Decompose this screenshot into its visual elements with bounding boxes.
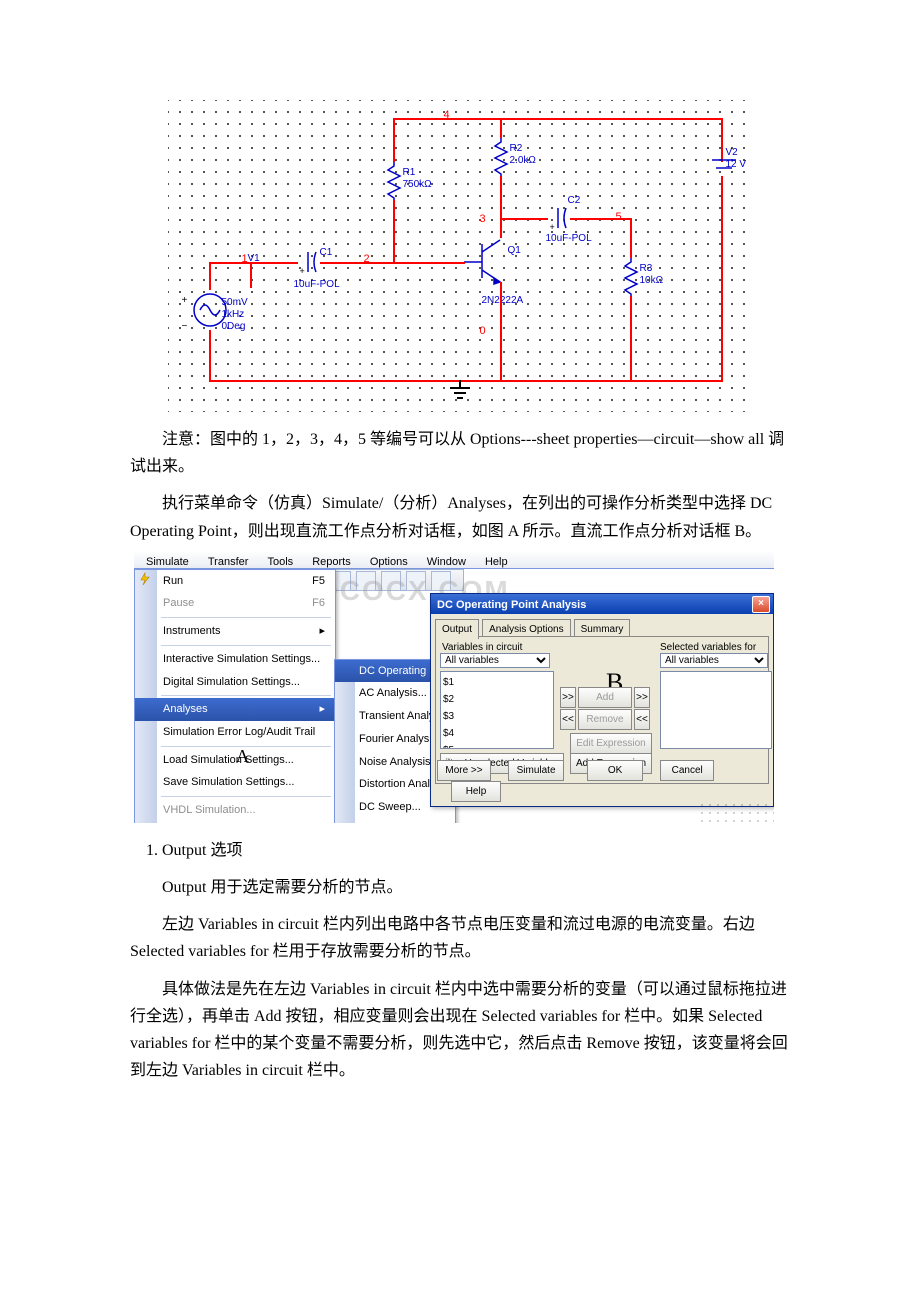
vars-dropdown[interactable]: All variables: [440, 653, 550, 668]
label-c1: C1: [320, 244, 333, 261]
wire: [721, 176, 723, 380]
mi-error-log[interactable]: Simulation Error Log/Audit Trail: [135, 721, 335, 744]
wire: [500, 218, 502, 238]
chevron-right-icon: >>: [560, 687, 576, 708]
v1-plus: +: [182, 292, 188, 309]
node-3: 3: [480, 210, 486, 229]
more-button[interactable]: More >>: [437, 760, 491, 781]
wire: [320, 262, 394, 264]
mi-digital-settings[interactable]: Digital Simulation Settings...: [135, 671, 335, 694]
mi-pause: Pause F6: [135, 592, 335, 615]
wire: [500, 218, 548, 220]
chevron-left-icon: <<: [560, 709, 576, 730]
paragraph-note: 注意：图中的 1，2，3，4，5 等编号可以从 Options---sheet …: [130, 426, 790, 480]
chevron-right-icon: >>: [634, 687, 650, 708]
resistor-r2: [492, 138, 510, 176]
wire: [209, 330, 211, 380]
mi-instruments[interactable]: Instruments ▸: [135, 620, 335, 643]
wire: [500, 282, 502, 380]
wire: [630, 296, 632, 380]
list-item[interactable]: $5: [443, 745, 454, 749]
selected-listbox[interactable]: [660, 671, 772, 749]
wire: [209, 262, 211, 290]
tab-strip: Output Analysis Options Summary: [435, 618, 769, 636]
dialog-title: DC Operating Point Analysis: [437, 599, 586, 611]
node-2: 2: [364, 250, 370, 269]
list-item[interactable]: $3: [443, 711, 454, 722]
label-a: A: [236, 741, 249, 772]
paragraph-5: 具体做法是先在左边 Variables in circuit 栏内中选中需要分析…: [130, 976, 790, 1085]
node-5: 5: [616, 208, 622, 227]
cancel-button[interactable]: Cancel: [660, 760, 714, 781]
list-item[interactable]: $1: [443, 677, 454, 688]
chevron-right-icon: ▸: [319, 700, 325, 719]
remove-button[interactable]: Remove: [578, 709, 632, 730]
mi-load-settings[interactable]: Load Simulation Settings...: [135, 749, 335, 772]
decorative-dots: [698, 801, 774, 823]
section-output-title: 1. Output 选项: [130, 837, 790, 864]
wire: [500, 176, 502, 218]
vars-listbox[interactable]: $1 $2 $3 $4 $5 vv1#branch vv2#branch: [440, 671, 554, 749]
mi-analyses[interactable]: Analyses ▸: [135, 698, 335, 721]
ground-symbol: [448, 380, 472, 402]
label-c1-value: 10uF-POL: [294, 276, 340, 293]
ok-button[interactable]: OK: [587, 760, 643, 781]
wire: [630, 218, 632, 258]
wire: [393, 262, 465, 264]
mi-vhdl: VHDL Simulation...: [135, 799, 335, 822]
close-button[interactable]: ×: [752, 596, 770, 613]
mi-run[interactable]: Run F5: [135, 570, 335, 593]
label-v1-p2: 0Deg: [222, 318, 246, 335]
wire: [393, 118, 723, 120]
mi-sensitivity[interactable]: Sensitivity...: [335, 819, 455, 823]
node-4: 4: [444, 106, 450, 125]
ui-screenshot: Simulate Transfer Tools Reports Options …: [134, 551, 774, 823]
paragraph-3: Output 用于选定需要分析的节点。: [130, 874, 790, 901]
label-c2-value: 10uF-POL: [546, 230, 592, 247]
wire: [393, 200, 395, 262]
circuit-schematic: V2 12 V R2 2.0kΩ R1 750kΩ C2 + 10uF-POL: [168, 100, 753, 412]
wire: [570, 218, 632, 220]
selected-vars-dropdown[interactable]: All variables: [660, 653, 768, 668]
paragraph-4: 左边 Variables in circuit 栏内列出电路中各节点电压变量和流…: [130, 911, 790, 965]
wire: [393, 118, 395, 162]
mi-interactive-settings[interactable]: Interactive Simulation Settings...: [135, 648, 335, 671]
label-r2-value: 2.0kΩ: [510, 152, 536, 169]
node-0: 0: [480, 322, 486, 341]
paragraph-2: 执行菜单命令（仿真）Simulate/（分析）Analyses，在列出的可操作分…: [130, 490, 790, 544]
transistor-q1: [464, 234, 514, 294]
lightning-icon: [138, 572, 152, 586]
dc-op-dialog[interactable]: DC Operating Point Analysis × Output Ana…: [430, 593, 774, 807]
mi-save-settings[interactable]: Save Simulation Settings...: [135, 771, 335, 794]
simulate-button[interactable]: Simulate: [508, 760, 564, 781]
tab-output[interactable]: Output: [435, 619, 479, 639]
simulate-dropdown[interactable]: Run F5 Pause F6 Instruments ▸ Interactiv…: [134, 569, 336, 823]
chevron-left-icon: <<: [634, 709, 650, 730]
edit-expression-button[interactable]: Edit Expression: [570, 733, 652, 754]
resistor-r3: [622, 258, 640, 296]
label-q1: Q1: [508, 242, 521, 259]
label-r1-value: 750kΩ: [403, 176, 432, 193]
label-v1: V1: [248, 250, 260, 267]
dialog-titlebar[interactable]: DC Operating Point Analysis ×: [431, 594, 773, 614]
help-button[interactable]: Help: [451, 781, 501, 802]
label-q1-value: 2N2222A: [482, 292, 524, 309]
label-r3-value: 10kΩ: [640, 272, 664, 289]
add-button[interactable]: Add: [578, 687, 632, 708]
wire: [500, 118, 502, 138]
node-1: 1: [242, 250, 248, 269]
label-c2: C2: [568, 192, 581, 209]
list-item[interactable]: $2: [443, 694, 454, 705]
v1-minus: −: [182, 318, 188, 335]
list-item[interactable]: $4: [443, 728, 454, 739]
label-v2-value: 12 V: [726, 156, 747, 173]
chevron-right-icon: ▸: [319, 622, 325, 641]
